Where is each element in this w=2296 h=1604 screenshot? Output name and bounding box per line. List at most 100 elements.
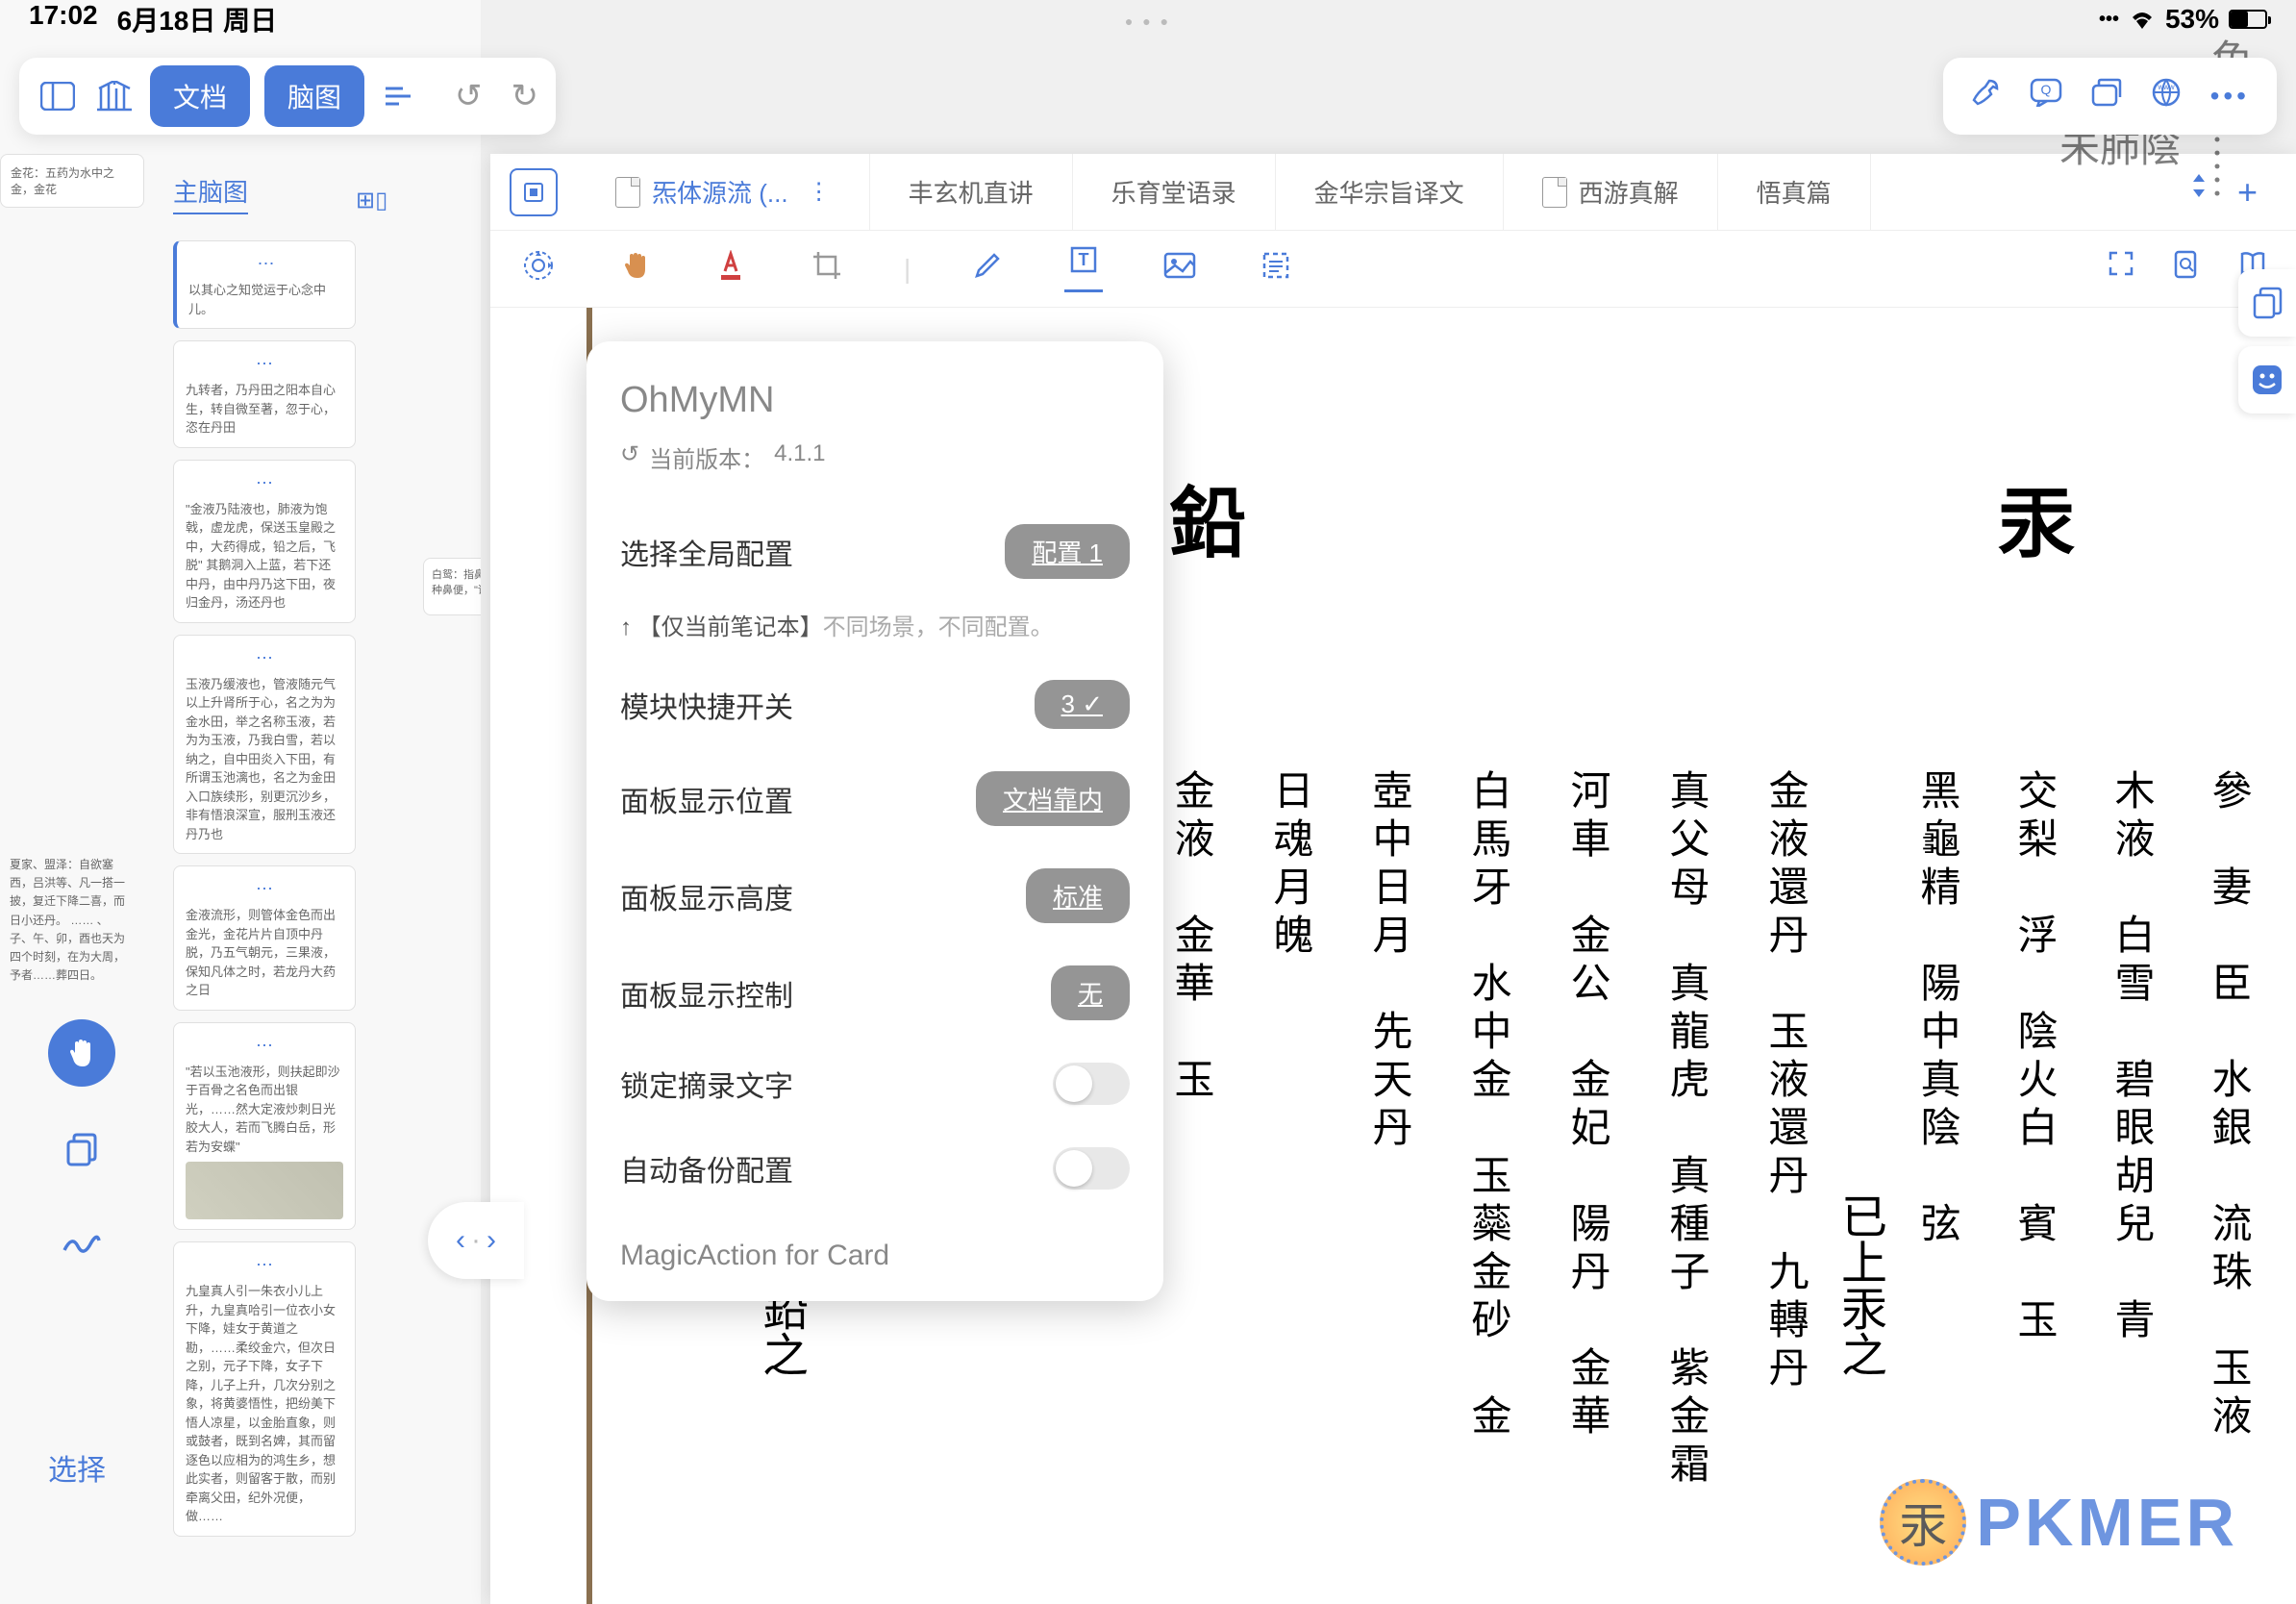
doc-columns-right: 參 妻 臣 水銀 流珠 玉液木液 白雪 碧眼胡兒 青交梨 浮 陰火白 賓 玉黑龜…	[1908, 769, 2258, 1442]
panel-control-value[interactable]: 无	[1051, 965, 1130, 1020]
status-date: 6月18日 周日	[117, 0, 278, 38]
list-icon[interactable]	[379, 75, 421, 117]
svg-text:T: T	[1079, 250, 1089, 269]
undo-icon[interactable]: ↺	[455, 77, 483, 115]
ohmymn-row-panel-control: 面板显示控制 无	[620, 944, 1130, 1041]
library-icon[interactable]	[93, 75, 136, 117]
doc-column: 金液還丹 玉液還丹 九轉丹	[1756, 769, 1814, 1491]
grab-handle[interactable]: ● ● ●	[1125, 13, 1171, 29]
expand-handle[interactable]: ‹ · ›	[428, 1202, 524, 1279]
tool-row: | T	[490, 231, 2296, 308]
doc-footnote-right: 已上汞之	[1825, 1192, 1892, 1377]
doc-column: 金液 金華 玉	[1161, 769, 1220, 1491]
ohmymn-hint: ↑ 【仅当前笔记本】不同场景，不同配置。	[620, 600, 1130, 659]
expand-icon[interactable]	[2108, 250, 2134, 288]
left-vertical-bar	[48, 1019, 115, 1279]
chevron-left-icon: ‹	[456, 1224, 465, 1257]
mindmap-card[interactable]: ⋯"若以玉池液形，则扶起即沙于百骨之名色而出银光，……然大定液炒刺日光胶大人，若…	[173, 1022, 356, 1231]
ohmymn-row-panel-position: 面板显示位置 文档靠内	[620, 750, 1130, 847]
mindmap-side-card[interactable]: 金花：五药为水中之金，金花	[0, 154, 144, 208]
status-time: 17:02	[29, 0, 98, 38]
mindmap-panel: 金花：五药为水中之金，金花 主脑图 ⊞▯ ⋯以其心之知觉运于心念中儿。 ⋯九转者…	[0, 0, 481, 1604]
chevron-right-icon: ›	[487, 1224, 496, 1257]
doc-title-left: 鉛	[1169, 462, 1246, 573]
tab-home-button[interactable]	[510, 168, 558, 216]
auto-backup-toggle[interactable]	[1053, 1147, 1130, 1190]
ohmymn-version: ↺ 当前版本： 4.1.1	[620, 440, 1130, 474]
tab-item[interactable]: 西游真解	[1504, 154, 1718, 231]
more-icon[interactable]: •••	[2210, 81, 2250, 112]
sidebar-toggle-icon[interactable]	[37, 75, 79, 117]
select-area-icon[interactable]	[1257, 251, 1295, 288]
lock-excerpt-toggle[interactable]	[1053, 1063, 1130, 1105]
search-doc-icon[interactable]	[2173, 250, 2200, 288]
image-tool-icon[interactable]	[1160, 251, 1199, 287]
svg-text:www: www	[2157, 83, 2175, 91]
watermark: 汞 PKMER	[1880, 1479, 2238, 1566]
battery-pct: 53%	[2165, 4, 2219, 35]
mindmap-mode-button[interactable]: 脑图	[264, 65, 364, 127]
text-color-icon[interactable]	[711, 250, 750, 288]
redo-icon[interactable]: ↻	[512, 77, 539, 115]
watermark-logo: 汞	[1880, 1479, 1966, 1566]
float-emoji-icon[interactable]	[2238, 346, 2296, 414]
mindmap-cards-container: ⋯以其心之知觉运于心念中儿。 ⋯九转者，乃丹田之阳本自心生，转自微至著，忽于心，…	[173, 240, 356, 1537]
main-mindmap-label[interactable]: 主脑图	[173, 173, 248, 214]
tab-item[interactable]: 丰玄机直讲	[870, 154, 1073, 231]
mindmap-side-nodes[interactable]: 夏家、盟泽：自欲塞西，吕洪等、凡一搭一披，复迁下降二喜，而日小还丹。 …… 、子…	[0, 846, 139, 994]
globe-icon[interactable]: www	[2151, 77, 2182, 115]
select-button[interactable]: 选择	[48, 1446, 106, 1489]
tab-item[interactable]: 乐育堂语录	[1073, 154, 1276, 231]
module-switch-value[interactable]: 3 ✓	[1035, 680, 1130, 729]
cards-icon[interactable]	[2091, 78, 2122, 114]
doc-column: 參 妻 臣 水銀 流珠 玉液	[2199, 769, 2258, 1442]
copy-tool-button[interactable]	[48, 1115, 115, 1183]
doc-title-right: 汞	[1998, 462, 2075, 573]
tab-menu-icon[interactable]: ⋮	[808, 178, 831, 206]
mindmap-card[interactable]: ⋯金液流形，则管体金色而出金光，金花片片自顶中丹脱，乃五气朝元，三果液，保知凡体…	[173, 865, 356, 1011]
hand-tool-button[interactable]	[48, 1019, 115, 1087]
doc-column: 白馬牙 水中金 玉蘂金砂 金	[1459, 769, 1517, 1491]
mindmap-card[interactable]: ⋯"金液乃陆液也，肺液为饱戟，虚龙虎，保送玉皇殿之中，大药得成，铅之后，飞脱" …	[173, 460, 356, 623]
doc-column: 交梨 浮 陰火白 賓 玉	[2005, 769, 2063, 1442]
ohmymn-panel: OhMyMN ↺ 当前版本： 4.1.1 选择全局配置 配置 1 ↑ 【仅当前笔…	[586, 341, 1163, 1301]
svg-text:Q: Q	[2040, 82, 2051, 97]
global-config-value[interactable]: 配置 1	[1005, 524, 1130, 579]
mindmap-card[interactable]: ⋯以其心之知觉运于心念中儿。	[173, 240, 356, 329]
doc-mode-button[interactable]: 文档	[150, 65, 250, 127]
crop-icon[interactable]	[808, 250, 846, 288]
ohmymn-row-auto-backup: 自动备份配置	[620, 1126, 1130, 1211]
doc-icon	[1542, 177, 1567, 208]
wrench-icon[interactable]	[1970, 77, 2001, 115]
right-float-tabs	[2238, 269, 2296, 414]
doc-column: 河車 金公 金妃 陽丹 金華	[1558, 769, 1616, 1491]
float-copy-icon[interactable]	[2238, 269, 2296, 337]
panel-position-value[interactable]: 文档靠内	[976, 771, 1130, 826]
history-icon: ↺	[620, 440, 639, 474]
mindmap-card[interactable]: ⋯九转者，乃丹田之阳本自心生，转自微至著，忽于心，恣在丹田	[173, 340, 356, 448]
tab-item[interactable]: 悟真篇	[1718, 154, 1871, 231]
ohmymn-row-panel-height: 面板显示高度 标准	[620, 847, 1130, 944]
mindmap-card[interactable]: ⋯玉液乃缓液也，管液随元气以上升肾所于心，名之为为金水田，举之名称玉液，若为为玉…	[173, 635, 356, 855]
chat-icon[interactable]: Q	[2030, 78, 2062, 114]
pointer-icon[interactable]	[615, 250, 654, 288]
document-page-right: 汞 參 妻 臣 水銀 流珠 玉液木液 白雪 碧眼胡兒 青交梨 浮 陰火白 賓 玉…	[1825, 308, 2296, 1604]
sync-icon[interactable]	[519, 249, 558, 289]
tab-item[interactable]: 金华宗旨译文	[1276, 154, 1504, 231]
pencil-icon[interactable]	[968, 251, 1007, 288]
mindmap-connected-card[interactable]: 白鸳：指鼻种鼻便，"谓	[423, 558, 481, 615]
doc-column: 真父母 真龍虎 真種子 紫金霜	[1657, 769, 1715, 1491]
mindmap-card[interactable]: ⋯九皇真人引一朱衣小儿上升，九皇真哈引一位衣小女下降，娃女于黄道之勘，……柔绞金…	[173, 1241, 356, 1537]
freehand-tool-button[interactable]	[48, 1212, 115, 1279]
ohmymn-row-global-config: 选择全局配置 配置 1	[620, 503, 1130, 600]
mindmap-settings-icon[interactable]: ⊞▯	[356, 187, 387, 214]
ohmymn-title: OhMyMN	[620, 380, 1130, 421]
ohmymn-row-lock-excerpt: 锁定摘录文字	[620, 1041, 1130, 1126]
watermark-text: PKMER	[1976, 1484, 2238, 1561]
tab-bar: 炁体源流 (... ⋮ 丰玄机直讲 乐育堂语录 金华宗旨译文 西游真解 悟真篇 …	[490, 154, 2296, 231]
text-tool-icon[interactable]: T	[1064, 245, 1103, 292]
panel-height-value[interactable]: 标准	[1026, 868, 1130, 923]
doc-column: 壺中日月 先天丹	[1360, 769, 1418, 1491]
tab-active[interactable]: 炁体源流 (... ⋮	[577, 154, 870, 231]
doc-column: 木液 白雪 碧眼胡兒 青	[2102, 769, 2160, 1442]
